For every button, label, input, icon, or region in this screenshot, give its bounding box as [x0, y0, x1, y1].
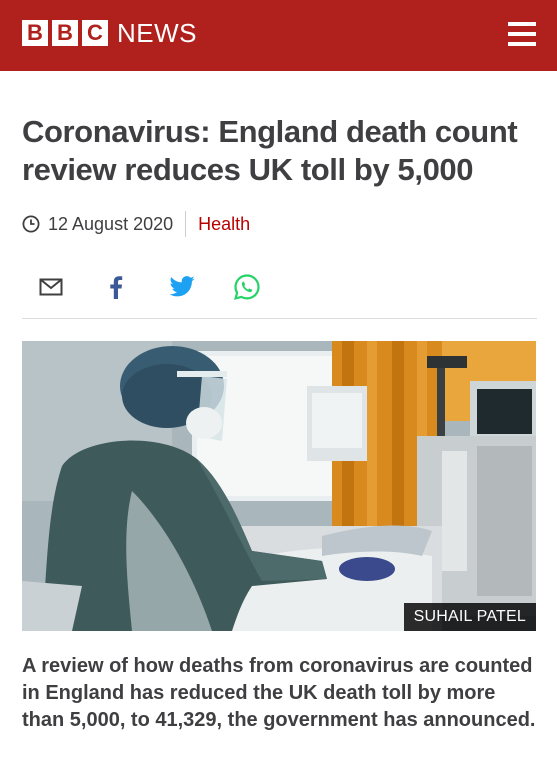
hospital-photo	[22, 341, 536, 631]
photo-credit: SUHAIL PATEL	[403, 603, 536, 631]
logo-letter-c: C	[82, 20, 108, 46]
article-meta: 12 August 2020 Health	[22, 211, 250, 237]
whatsapp-icon[interactable]	[232, 272, 262, 302]
clock-icon	[22, 215, 40, 233]
logo-letter-b1: B	[22, 20, 48, 46]
publish-date: 12 August 2020	[48, 213, 174, 234]
hamburger-menu-icon[interactable]	[508, 22, 536, 46]
article-intro: A review of how deaths from coronavirus …	[22, 655, 536, 731]
facebook-icon[interactable]	[101, 272, 131, 302]
meta-divider	[185, 211, 187, 237]
article-image: SUHAIL PATEL	[22, 341, 536, 631]
twitter-icon[interactable]	[167, 272, 197, 302]
logo-letter-b2: B	[52, 20, 78, 46]
article-headline: Coronavirus: England death count review …	[22, 114, 518, 187]
top-navigation-bar: B B C NEWS	[0, 0, 557, 71]
bbc-news-logo[interactable]: B B C NEWS	[22, 20, 197, 46]
logo-word-news: NEWS	[117, 18, 197, 48]
share-divider	[22, 318, 537, 319]
topic-link[interactable]: Health	[198, 214, 250, 235]
email-icon[interactable]	[36, 272, 66, 302]
